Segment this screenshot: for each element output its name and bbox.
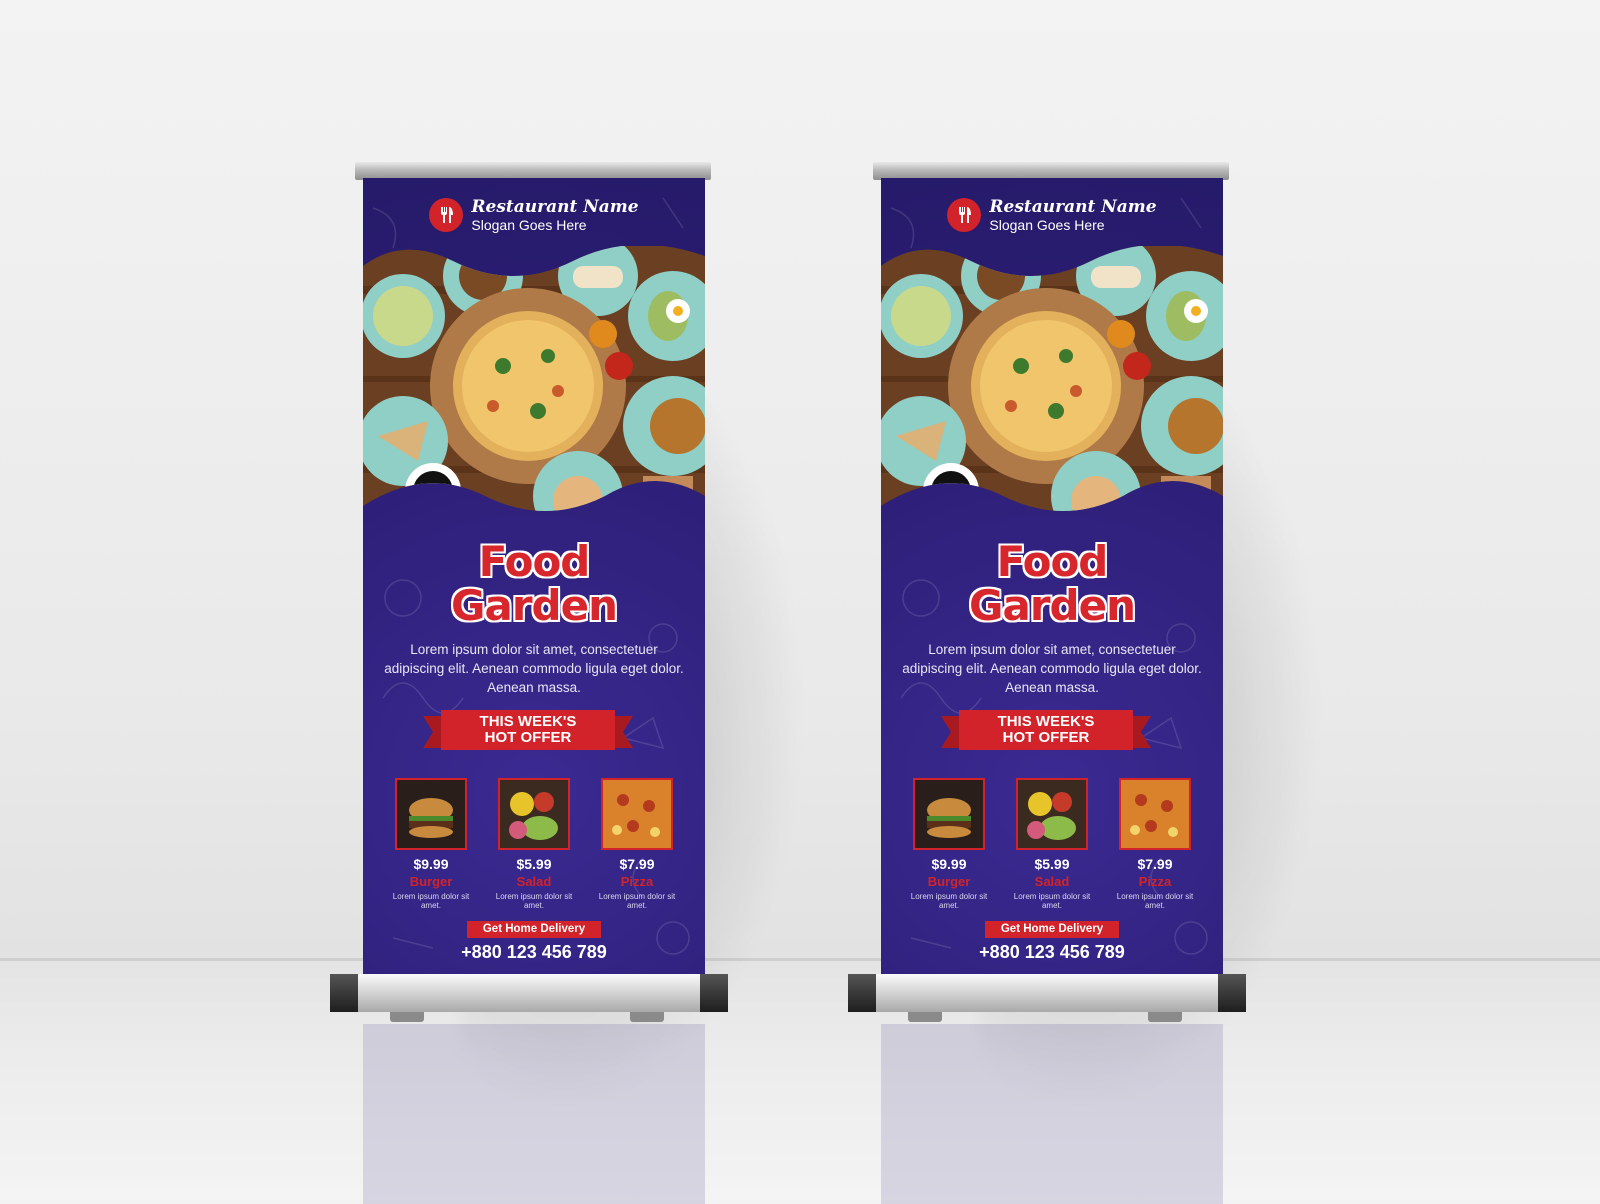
restaurant-name: Restaurant Name — [989, 196, 1157, 217]
product-price: $5.99 — [516, 856, 552, 872]
offer-line-1: THIS WEEK'S — [997, 713, 1095, 730]
product-name: Salad — [1034, 874, 1070, 889]
product-name: Burger — [409, 874, 453, 889]
banner: Restaurant Name Slogan Goes Here Food Ga… — [363, 178, 705, 996]
burger-image — [913, 778, 985, 850]
product-price: $7.99 — [1137, 856, 1173, 872]
base-cap-right — [700, 974, 728, 1012]
base-cap-left — [848, 974, 876, 1012]
headline: Food Garden — [881, 540, 1223, 628]
offer-line-2: HOT OFFER — [484, 729, 572, 746]
offer-line-2: HOT OFFER — [1002, 729, 1090, 746]
slogan: Slogan Goes Here — [471, 216, 587, 233]
product-name: Pizza — [620, 874, 654, 889]
product-desc: Lorem ipsum dolor sit amet. — [910, 892, 988, 910]
pizza-image — [1119, 778, 1191, 850]
headline: Food Garden — [363, 540, 705, 628]
stand-base — [848, 974, 1246, 1012]
product-row: $9.99 Burger Lorem ipsum dolor sit amet.… — [903, 778, 1201, 910]
base-cap-left — [330, 974, 358, 1012]
headline-line-2: Garden — [969, 581, 1136, 630]
product-desc: Lorem ipsum dolor sit amet. — [1013, 892, 1091, 910]
description: Lorem ipsum dolor sit amet, consectetuer… — [384, 642, 684, 695]
banner-reflection — [881, 1024, 1223, 1204]
product-desc: Lorem ipsum dolor sit amet. — [392, 892, 470, 910]
stand-base — [330, 974, 728, 1012]
product-price: $5.99 — [1034, 856, 1070, 872]
product-burger: $9.99 Burger Lorem ipsum dolor sit amet. — [903, 778, 995, 910]
salad-image — [1016, 778, 1088, 850]
product-price: $9.99 — [413, 856, 449, 872]
food-photo — [881, 246, 1223, 512]
fork-knife-icon — [947, 198, 982, 232]
food-photo — [363, 246, 705, 512]
description: Lorem ipsum dolor sit amet, consectetuer… — [902, 642, 1202, 695]
salad-image — [498, 778, 570, 850]
product-desc: Lorem ipsum dolor sit amet. — [1116, 892, 1194, 910]
product-name: Pizza — [1138, 874, 1172, 889]
stand-foot — [908, 1012, 942, 1022]
stand-foot — [630, 1012, 664, 1022]
banner: Restaurant Name Slogan Goes Here Food Ga… — [881, 178, 1223, 996]
banner-reflection — [363, 1024, 705, 1204]
offer-text: THIS WEEK'S HOT OFFER — [423, 714, 633, 746]
burger-image — [395, 778, 467, 850]
base-cap-right — [1218, 974, 1246, 1012]
product-salad: $5.99 Salad Lorem ipsum dolor sit amet. — [1006, 778, 1098, 910]
headline-line-1: Food — [478, 537, 591, 586]
product-burger: $9.99 Burger Lorem ipsum dolor sit amet. — [385, 778, 477, 910]
headline-line-1: Food — [996, 537, 1109, 586]
product-price: $7.99 — [619, 856, 655, 872]
product-row: $9.99 Burger Lorem ipsum dolor sit amet.… — [385, 778, 683, 910]
stand-foot — [1148, 1012, 1182, 1022]
product-salad: $5.99 Salad Lorem ipsum dolor sit amet. — [488, 778, 580, 910]
phone-number: +880 123 456 789 — [979, 942, 1125, 962]
product-desc: Lorem ipsum dolor sit amet. — [598, 892, 676, 910]
product-price: $9.99 — [931, 856, 967, 872]
slogan: Slogan Goes Here — [989, 216, 1105, 233]
rollup-stand-right: Restaurant Name Slogan Goes Here Food Ga… — [848, 162, 1323, 1204]
restaurant-name: Restaurant Name — [471, 196, 639, 217]
product-pizza: $7.99 Pizza Lorem ipsum dolor sit amet. — [591, 778, 683, 910]
headline-line-2: Garden — [451, 581, 618, 630]
rollup-stand-left: Restaurant Name Slogan Goes Here Food Ga… — [330, 162, 805, 1204]
product-pizza: $7.99 Pizza Lorem ipsum dolor sit amet. — [1109, 778, 1201, 910]
product-name: Salad — [516, 874, 552, 889]
phone-number: +880 123 456 789 — [461, 942, 607, 962]
pizza-image — [601, 778, 673, 850]
product-desc: Lorem ipsum dolor sit amet. — [495, 892, 573, 910]
offer-line-1: THIS WEEK'S — [479, 713, 577, 730]
brand-header: Restaurant Name Slogan Goes Here — [881, 198, 1223, 232]
brand-header: Restaurant Name Slogan Goes Here — [363, 198, 705, 232]
product-name: Burger — [927, 874, 971, 889]
delivery-label: Get Home Delivery — [985, 921, 1119, 938]
fork-knife-icon — [429, 198, 464, 232]
stand-foot — [390, 1012, 424, 1022]
offer-text: THIS WEEK'S HOT OFFER — [941, 714, 1151, 746]
delivery-label: Get Home Delivery — [467, 921, 601, 938]
